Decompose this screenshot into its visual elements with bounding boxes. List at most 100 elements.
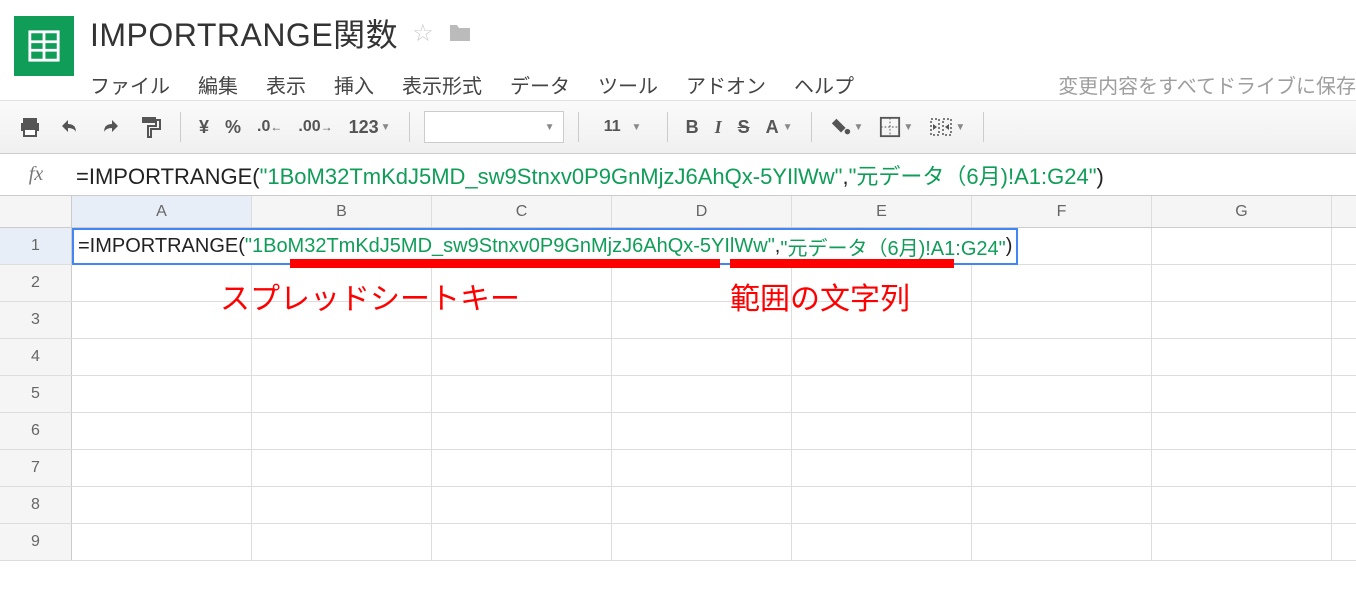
cell-D6[interactable]: [612, 413, 792, 449]
row-header-3[interactable]: 3: [0, 302, 72, 338]
font-size-select[interactable]: 11 ▼: [593, 111, 653, 143]
menu-view[interactable]: 表示: [266, 70, 306, 99]
cell-G2[interactable]: [1152, 265, 1332, 301]
cell-F5[interactable]: [972, 376, 1152, 412]
percent-button[interactable]: %: [221, 111, 245, 143]
row-header-5[interactable]: 5: [0, 376, 72, 412]
menu-tools[interactable]: ツール: [598, 70, 658, 99]
cell-A4[interactable]: [72, 339, 252, 375]
row-3: 3: [0, 302, 1356, 339]
col-header-F[interactable]: F: [972, 196, 1152, 227]
italic-button[interactable]: I: [711, 111, 726, 143]
cell-E7[interactable]: [792, 450, 972, 486]
fill-color-button[interactable]: ▼: [826, 111, 868, 143]
cell-B5[interactable]: [252, 376, 432, 412]
folder-icon[interactable]: [448, 23, 472, 43]
strikethrough-button[interactable]: S: [734, 111, 754, 143]
row-header-8[interactable]: 8: [0, 487, 72, 523]
cell-G5[interactable]: [1152, 376, 1332, 412]
cell-E4[interactable]: [792, 339, 972, 375]
cell-D8[interactable]: [612, 487, 792, 523]
cell-A6[interactable]: [72, 413, 252, 449]
print-button[interactable]: [14, 111, 46, 143]
cell-A8[interactable]: [72, 487, 252, 523]
menu-addons[interactable]: アドオン: [686, 70, 766, 99]
col-header-D[interactable]: D: [612, 196, 792, 227]
cell-G7[interactable]: [1152, 450, 1332, 486]
cell-E6[interactable]: [792, 413, 972, 449]
cell-A5[interactable]: [72, 376, 252, 412]
cell-C8[interactable]: [432, 487, 612, 523]
cell-G1[interactable]: [1152, 228, 1332, 264]
select-all-corner[interactable]: [0, 196, 72, 227]
cell-C6[interactable]: [432, 413, 612, 449]
cell-G9[interactable]: [1152, 524, 1332, 560]
cell-B6[interactable]: [252, 413, 432, 449]
col-header-A[interactable]: A: [72, 196, 252, 227]
annotation-label-1: スプレッドシートキー: [220, 274, 520, 318]
row-header-9[interactable]: 9: [0, 524, 72, 560]
cell-F8[interactable]: [972, 487, 1152, 523]
cell-D5[interactable]: [612, 376, 792, 412]
cell-F9[interactable]: [972, 524, 1152, 560]
cell-G6[interactable]: [1152, 413, 1332, 449]
row-4: 4: [0, 339, 1356, 376]
star-icon[interactable]: ☆: [412, 19, 434, 48]
annotation-label-2: 範囲の文字列: [730, 274, 910, 318]
cell-G8[interactable]: [1152, 487, 1332, 523]
cell-F6[interactable]: [972, 413, 1152, 449]
cell-C4[interactable]: [432, 339, 612, 375]
increase-decimal-button[interactable]: .00→: [294, 111, 336, 143]
decrease-decimal-button[interactable]: .0←: [253, 111, 286, 143]
menu-edit[interactable]: 編集: [198, 70, 238, 99]
text-color-button[interactable]: A▼: [762, 111, 797, 143]
borders-button[interactable]: ▼: [875, 111, 917, 143]
cell-D9[interactable]: [612, 524, 792, 560]
cell-C9[interactable]: [432, 524, 612, 560]
paint-format-button[interactable]: [134, 111, 166, 143]
cell-C7[interactable]: [432, 450, 612, 486]
formula-input[interactable]: =IMPORTRANGE("1BoM32TmKdJ5MD_sw9Stnxv0P9…: [72, 159, 1356, 191]
menu-help[interactable]: ヘルプ: [794, 70, 854, 99]
bold-button[interactable]: B: [682, 111, 703, 143]
cell-E8[interactable]: [792, 487, 972, 523]
cell-F7[interactable]: [972, 450, 1152, 486]
cell-F2[interactable]: [972, 265, 1152, 301]
row-header-2[interactable]: 2: [0, 265, 72, 301]
row-header-7[interactable]: 7: [0, 450, 72, 486]
cell-D4[interactable]: [612, 339, 792, 375]
cell-E9[interactable]: [792, 524, 972, 560]
cell-A7[interactable]: [72, 450, 252, 486]
row-header-1[interactable]: 1: [0, 228, 72, 264]
cell-F3[interactable]: [972, 302, 1152, 338]
col-header-G[interactable]: G: [1152, 196, 1332, 227]
cell-B7[interactable]: [252, 450, 432, 486]
menu-data[interactable]: データ: [510, 70, 570, 99]
col-header-C[interactable]: C: [432, 196, 612, 227]
cell-F4[interactable]: [972, 339, 1152, 375]
number-format-button[interactable]: 123▼: [345, 111, 395, 143]
sheets-logo[interactable]: [14, 16, 74, 76]
cell-D7[interactable]: [612, 450, 792, 486]
cell-G4[interactable]: [1152, 339, 1332, 375]
cell-B8[interactable]: [252, 487, 432, 523]
font-family-select[interactable]: ▼: [424, 111, 564, 143]
doc-title[interactable]: IMPORTRANGE関数: [90, 10, 398, 56]
cell-B4[interactable]: [252, 339, 432, 375]
cell-C5[interactable]: [432, 376, 612, 412]
cell-G3[interactable]: [1152, 302, 1332, 338]
merge-cells-button[interactable]: ▼: [925, 111, 969, 143]
menu-insert[interactable]: 挿入: [334, 70, 374, 99]
redo-button[interactable]: [94, 111, 126, 143]
cell-B9[interactable]: [252, 524, 432, 560]
menu-file[interactable]: ファイル: [90, 70, 170, 99]
undo-button[interactable]: [54, 111, 86, 143]
menu-format[interactable]: 表示形式: [402, 70, 482, 99]
cell-E5[interactable]: [792, 376, 972, 412]
row-header-4[interactable]: 4: [0, 339, 72, 375]
currency-button[interactable]: ¥: [195, 111, 213, 143]
cell-A9[interactable]: [72, 524, 252, 560]
col-header-B[interactable]: B: [252, 196, 432, 227]
row-header-6[interactable]: 6: [0, 413, 72, 449]
col-header-E[interactable]: E: [792, 196, 972, 227]
